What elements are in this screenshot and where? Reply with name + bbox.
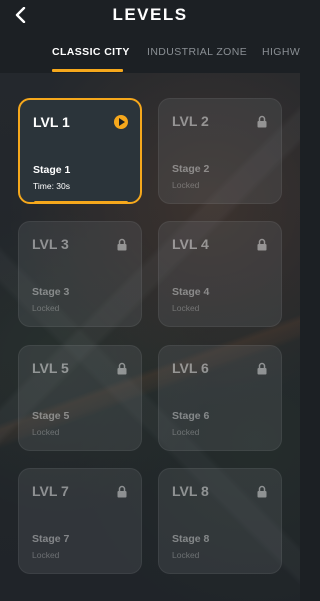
locked-status: Locked: [172, 427, 200, 437]
page-title: LEVELS: [112, 5, 188, 24]
level-card-2[interactable]: LVL 2 Stage 2 Locked: [158, 98, 282, 204]
stage-label: Stage 5: [32, 410, 70, 422]
header: LEVELS: [0, 0, 300, 30]
lock-icon: [257, 115, 267, 128]
level-card-5[interactable]: LVL 5 Stage 5 Locked: [18, 345, 142, 451]
level-label: LVL 7: [32, 483, 69, 499]
level-label: LVL 2: [172, 113, 209, 129]
locked-status: Locked: [172, 550, 200, 560]
locked-status: Locked: [32, 427, 60, 437]
level-card-4[interactable]: LVL 4 Stage 4 Locked: [158, 221, 282, 327]
level-card-3[interactable]: LVL 3 Stage 3 Locked: [18, 221, 142, 327]
level-label: LVL 4: [172, 236, 209, 252]
stage-label: Stage 1: [33, 164, 71, 176]
locked-status: Locked: [172, 180, 200, 190]
locked-status: Locked: [32, 550, 60, 560]
level-time: Time: 30s: [33, 181, 71, 191]
level-label: LVL 5: [32, 360, 69, 376]
lock-icon: [257, 485, 267, 498]
lock-icon: [117, 362, 127, 375]
stage-label: Stage 4: [172, 286, 210, 298]
level-label: LVL 3: [32, 236, 69, 252]
locked-status: Locked: [32, 303, 60, 313]
lock-icon: [117, 238, 127, 251]
stage-label: Stage 6: [172, 410, 210, 422]
level-progress-bar: [34, 201, 128, 204]
level-label: LVL 1: [33, 114, 70, 130]
level-card-6[interactable]: LVL 6 Stage 6 Locked: [158, 345, 282, 451]
stage-label: Stage 3: [32, 286, 70, 298]
level-card-7[interactable]: LVL 7 Stage 7 Locked: [18, 468, 142, 574]
active-tab-indicator: [52, 69, 123, 72]
level-card-1[interactable]: LVL 1 Stage 1 Time: 30s: [18, 98, 142, 204]
stage-label: Stage 8: [172, 533, 210, 545]
stage-label: Stage 2: [172, 163, 210, 175]
level-label: LVL 8: [172, 483, 209, 499]
locked-status: Locked: [172, 303, 200, 313]
lock-icon: [257, 362, 267, 375]
lock-icon: [257, 238, 267, 251]
level-card-8[interactable]: LVL 8 Stage 8 Locked: [158, 468, 282, 574]
tab-bar: CLASSIC CITY INDUSTRIAL ZONE HIGHWAY: [0, 30, 300, 73]
tab-classic-city[interactable]: CLASSIC CITY: [52, 46, 130, 58]
stage-label: Stage 7: [32, 533, 70, 545]
play-icon[interactable]: [114, 115, 128, 129]
tab-highway[interactable]: HIGHWAY: [262, 46, 300, 58]
level-label: LVL 6: [172, 360, 209, 376]
tab-industrial-zone[interactable]: INDUSTRIAL ZONE: [147, 46, 247, 58]
lock-icon: [117, 485, 127, 498]
